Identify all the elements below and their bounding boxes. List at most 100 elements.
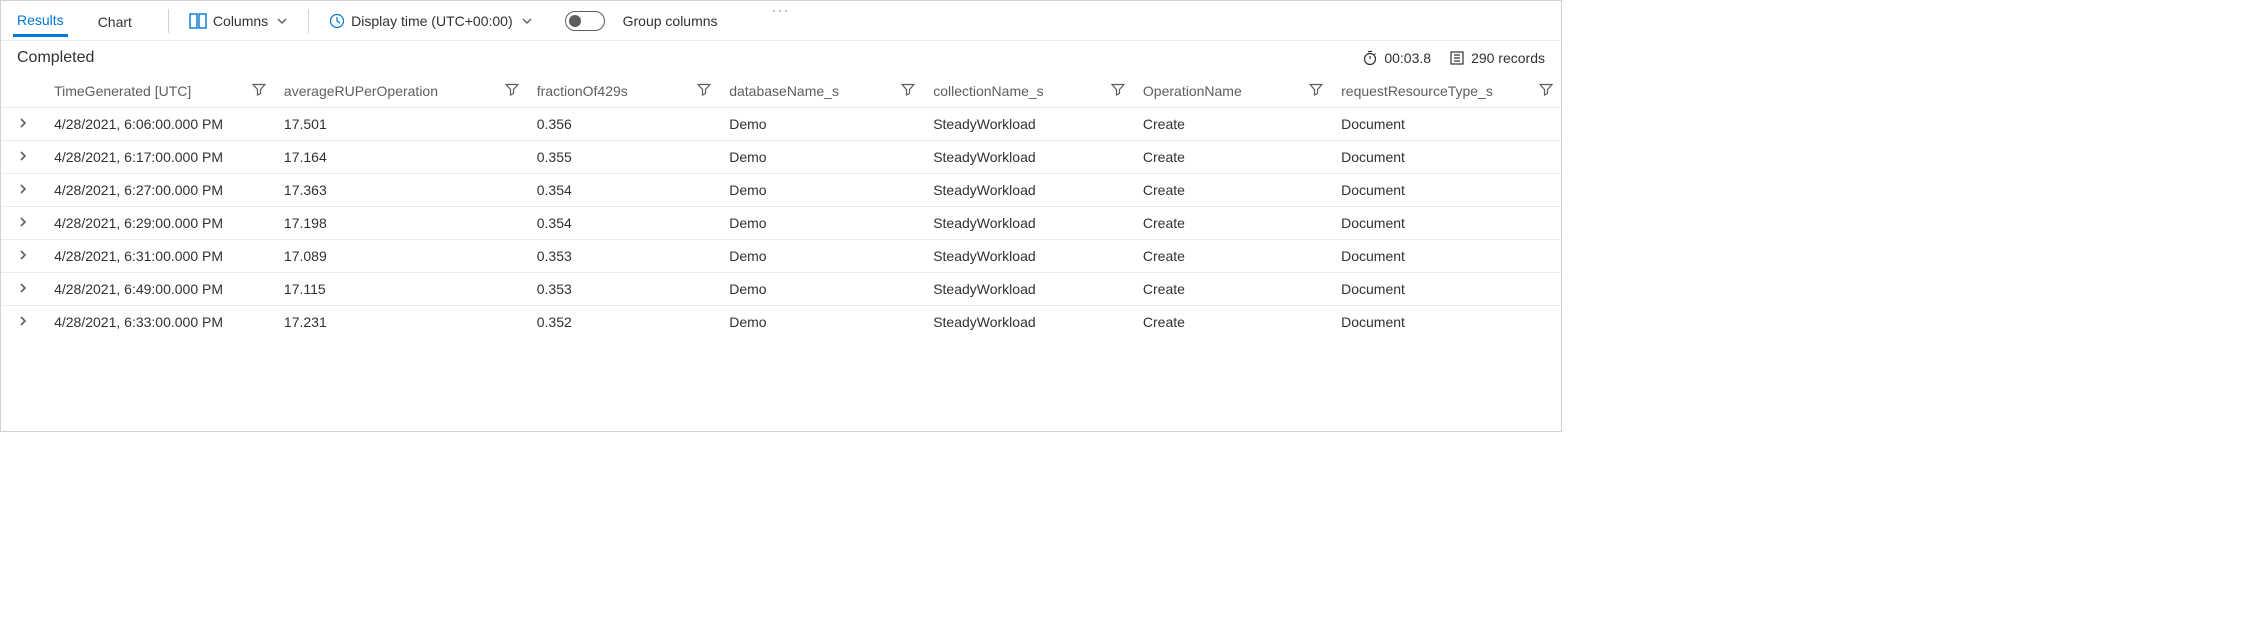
status-duration-value: 00:03.8	[1384, 50, 1431, 66]
status-completed: Completed	[17, 49, 94, 67]
table-row: 4/28/2021, 6:29:00.000 PM17.1980.354Demo…	[1, 207, 1561, 240]
table-row: 4/28/2021, 6:31:00.000 PM17.0890.353Demo…	[1, 240, 1561, 273]
cell-coll: SteadyWorkload	[923, 306, 1133, 339]
cell-frac: 0.354	[527, 174, 719, 207]
columns-label: Columns	[213, 13, 268, 29]
cell-db: Demo	[719, 141, 923, 174]
expand-row-button[interactable]	[1, 174, 44, 207]
column-label: fractionOf429s	[537, 83, 628, 99]
table-row: 4/28/2021, 6:06:00.000 PM17.5010.356Demo…	[1, 108, 1561, 141]
cell-req: Document	[1331, 108, 1561, 141]
filter-icon[interactable]	[1111, 83, 1125, 100]
cell-req: Document	[1331, 306, 1561, 339]
results-table: TimeGenerated [UTC] averageRUPerOperation…	[1, 75, 1561, 338]
cell-coll: SteadyWorkload	[923, 141, 1133, 174]
filter-icon[interactable]	[901, 83, 915, 100]
cell-req: Document	[1331, 273, 1561, 306]
cell-ru: 17.363	[274, 174, 527, 207]
status-duration: 00:03.8	[1362, 50, 1431, 66]
cell-ru: 17.501	[274, 108, 527, 141]
cell-coll: SteadyWorkload	[923, 174, 1133, 207]
cell-req: Document	[1331, 174, 1561, 207]
column-header[interactable]: databaseName_s	[719, 75, 923, 108]
chevron-down-icon	[521, 15, 533, 27]
cell-op: Create	[1133, 306, 1331, 339]
cell-req: Document	[1331, 240, 1561, 273]
status-bar: Completed 00:03.8 290 records	[1, 41, 1561, 75]
cell-time: 4/28/2021, 6:33:00.000 PM	[44, 306, 274, 339]
expand-row-button[interactable]	[1, 207, 44, 240]
cell-ru: 17.115	[274, 273, 527, 306]
expand-header	[1, 75, 44, 108]
cell-coll: SteadyWorkload	[923, 240, 1133, 273]
cell-frac: 0.354	[527, 207, 719, 240]
overflow-icon[interactable]: ···	[772, 3, 790, 17]
cell-db: Demo	[719, 207, 923, 240]
expand-row-button[interactable]	[1, 108, 44, 141]
status-records: 290 records	[1449, 50, 1545, 66]
expand-row-button[interactable]	[1, 240, 44, 273]
column-label: averageRUPerOperation	[284, 83, 438, 99]
divider	[308, 9, 309, 33]
cell-ru: 17.164	[274, 141, 527, 174]
display-time-label: Display time (UTC+00:00)	[351, 13, 512, 29]
cell-db: Demo	[719, 108, 923, 141]
column-header[interactable]: fractionOf429s	[527, 75, 719, 108]
filter-icon[interactable]	[1309, 83, 1323, 100]
expand-row-button[interactable]	[1, 273, 44, 306]
table-row: 4/28/2021, 6:17:00.000 PM17.1640.355Demo…	[1, 141, 1561, 174]
display-time-button[interactable]: Display time (UTC+00:00)	[323, 9, 538, 33]
cell-time: 4/28/2021, 6:31:00.000 PM	[44, 240, 274, 273]
cell-db: Demo	[719, 306, 923, 339]
cell-op: Create	[1133, 273, 1331, 306]
table-row: 4/28/2021, 6:27:00.000 PM17.3630.354Demo…	[1, 174, 1561, 207]
cell-coll: SteadyWorkload	[923, 207, 1133, 240]
tab-results[interactable]: Results	[13, 4, 68, 37]
column-header[interactable]: collectionName_s	[923, 75, 1133, 108]
cell-req: Document	[1331, 141, 1561, 174]
group-columns-label: Group columns	[623, 13, 718, 29]
filter-icon[interactable]	[252, 83, 266, 100]
table-row: 4/28/2021, 6:33:00.000 PM17.2310.352Demo…	[1, 306, 1561, 339]
cell-op: Create	[1133, 174, 1331, 207]
cell-time: 4/28/2021, 6:29:00.000 PM	[44, 207, 274, 240]
cell-frac: 0.356	[527, 108, 719, 141]
columns-icon	[189, 13, 207, 29]
cell-frac: 0.353	[527, 240, 719, 273]
cell-op: Create	[1133, 108, 1331, 141]
column-header[interactable]: TimeGenerated [UTC]	[44, 75, 274, 108]
columns-button[interactable]: Columns	[183, 9, 294, 33]
divider	[168, 9, 169, 33]
cell-frac: 0.353	[527, 273, 719, 306]
cell-op: Create	[1133, 240, 1331, 273]
cell-time: 4/28/2021, 6:17:00.000 PM	[44, 141, 274, 174]
cell-time: 4/28/2021, 6:27:00.000 PM	[44, 174, 274, 207]
filter-icon[interactable]	[1539, 83, 1553, 100]
cell-ru: 17.089	[274, 240, 527, 273]
group-columns-toggle[interactable]	[565, 11, 605, 31]
cell-db: Demo	[719, 273, 923, 306]
filter-icon[interactable]	[505, 83, 519, 100]
column-header[interactable]: averageRUPerOperation	[274, 75, 527, 108]
tab-chart[interactable]: Chart	[94, 6, 136, 36]
column-label: OperationName	[1143, 83, 1242, 99]
cell-time: 4/28/2021, 6:49:00.000 PM	[44, 273, 274, 306]
cell-db: Demo	[719, 174, 923, 207]
column-label: requestResourceType_s	[1341, 83, 1493, 99]
cell-db: Demo	[719, 240, 923, 273]
cell-op: Create	[1133, 141, 1331, 174]
cell-time: 4/28/2021, 6:06:00.000 PM	[44, 108, 274, 141]
filter-icon[interactable]	[697, 83, 711, 100]
cell-frac: 0.355	[527, 141, 719, 174]
cell-ru: 17.231	[274, 306, 527, 339]
cell-coll: SteadyWorkload	[923, 108, 1133, 141]
chevron-down-icon	[276, 15, 288, 27]
column-label: databaseName_s	[729, 83, 839, 99]
toggle-knob	[569, 15, 581, 27]
cell-coll: SteadyWorkload	[923, 273, 1133, 306]
expand-row-button[interactable]	[1, 306, 44, 339]
expand-row-button[interactable]	[1, 141, 44, 174]
column-label: collectionName_s	[933, 83, 1044, 99]
column-header[interactable]: OperationName	[1133, 75, 1331, 108]
column-header[interactable]: requestResourceType_s	[1331, 75, 1561, 108]
